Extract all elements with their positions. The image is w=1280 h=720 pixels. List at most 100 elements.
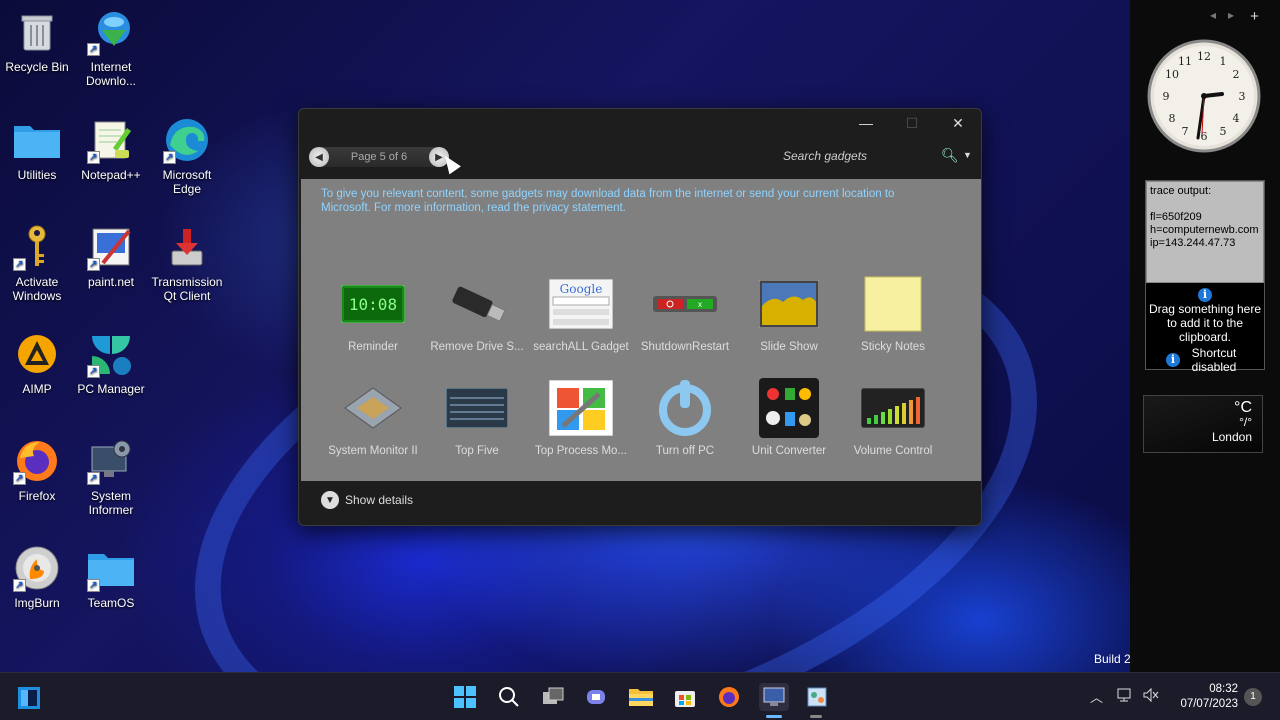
teams-chat-icon[interactable] <box>583 683 611 711</box>
google-search-icon: Google <box>548 275 614 333</box>
desktop-icon-microsoft-edge[interactable]: ↗ Microsoft Edge <box>150 116 224 196</box>
gadget-tile-unit-converter[interactable]: Unit Converter <box>737 378 841 457</box>
show-hidden-icons-chevron-icon[interactable]: ︿ <box>1090 687 1103 706</box>
shortcut-arrow-icon: ↗ <box>87 43 100 56</box>
trace-title: trace output: <box>1150 185 1212 197</box>
sidebar-add-icon[interactable]: + <box>1250 8 1259 25</box>
svg-text:9: 9 <box>1163 90 1170 103</box>
gadget-tile-searchall[interactable]: Google searchALL Gadget <box>529 275 633 353</box>
info-icon: i <box>1198 288 1212 302</box>
shortcut-arrow-icon: ↗ <box>13 579 26 592</box>
taskbar-gadget-manager-icon[interactable] <box>759 683 789 711</box>
active-app-indicator <box>766 715 782 718</box>
desktop-icon-utilities[interactable]: Utilities <box>0 116 74 182</box>
file-explorer-icon[interactable] <box>627 683 655 711</box>
taskbar-control-panel-icon[interactable] <box>803 683 831 711</box>
gadgets-window: — ☐ ✕ ◀ Page 5 of 6 ▶ Search gadgets 🔍︎ … <box>298 108 982 526</box>
desktop-icon-label: System Informer <box>88 489 134 517</box>
gadget-tile-volume-control[interactable]: Volume Control <box>841 379 945 457</box>
taskbar-firefox-icon[interactable] <box>715 683 743 711</box>
firefox-icon: ↗ <box>13 437 61 485</box>
window-controls: — ☐ ✕ <box>843 109 981 137</box>
gadget-label: ShutdownRestart <box>640 341 730 353</box>
shortcut-arrow-icon: ↗ <box>163 151 176 164</box>
clock-gadget[interactable]: 12 1 2 345 678 9 10 11 <box>1146 38 1262 154</box>
chevron-down-icon: ▼ <box>321 491 339 509</box>
search-dropdown-icon[interactable]: ▼ <box>963 150 972 160</box>
gadget-tile-sticky-notes[interactable]: Sticky Notes <box>841 275 945 353</box>
weather-gadget[interactable]: °C °/° London <box>1143 395 1263 453</box>
sidebar-nav: ◂ ▸ + <box>1210 8 1259 25</box>
unit-converter-icon <box>756 378 822 438</box>
search-gadgets-input[interactable]: Search gadgets <box>783 149 867 163</box>
gadget-tile-reminder[interactable]: 10:08 Reminder <box>321 275 425 353</box>
svg-text:8: 8 <box>1169 112 1176 125</box>
maximize-button: ☐ <box>905 114 919 131</box>
clipboard-drag-hint: i Drag something here to add it to the c… <box>1146 283 1264 344</box>
desktop-icon-teamos[interactable]: ↗ TeamOS <box>74 544 148 610</box>
desktop-icon-recycle-bin[interactable]: Recycle Bin <box>0 8 74 74</box>
notepadpp-icon: ↗ <box>87 116 135 164</box>
desktop-icon-internet-download-manager[interactable]: ↗ Internet Downlo... <box>74 8 148 88</box>
clipboard-gadget[interactable]: trace output: fl=650f209 h=computernewb.… <box>1145 180 1265 374</box>
desktop-icon-pc-manager[interactable]: ↗ PC Manager <box>74 330 148 396</box>
start-button[interactable] <box>451 683 479 711</box>
desktop-icon-imgburn[interactable]: ↗ ImgBurn <box>0 544 74 610</box>
desktop-icon-notepadpp[interactable]: ↗ Notepad++ <box>74 116 148 182</box>
usb-drive-icon <box>444 275 510 333</box>
network-icon[interactable] <box>1116 687 1134 706</box>
shortcut-arrow-icon: ↗ <box>87 151 100 164</box>
notification-badge[interactable]: 1 <box>1244 688 1262 706</box>
top-five-icon <box>444 379 510 437</box>
task-view-button[interactable] <box>539 683 567 711</box>
svg-text:1: 1 <box>1220 55 1227 68</box>
desktop-icon-aimp[interactable]: AIMP <box>0 330 74 396</box>
previous-page-button[interactable]: ◀ <box>309 147 329 167</box>
gadget-tile-top-process[interactable]: Top Process Mo... <box>529 379 633 457</box>
taskbar-clock[interactable]: 08:32 07/07/2023 <box>1168 682 1238 712</box>
desktop-icon-label: AIMP <box>22 382 52 396</box>
desktop-icon-label: Internet Downlo... <box>85 60 137 88</box>
paintnet-icon: ↗ <box>87 223 135 271</box>
gadget-tile-slide-show[interactable]: Slide Show <box>737 275 841 353</box>
svg-text:Google: Google <box>560 282 603 296</box>
privacy-notice[interactable]: To give you relevant content, some gadge… <box>321 187 941 215</box>
gadget-tile-system-monitor[interactable]: System Monitor II <box>321 379 425 457</box>
gadget-tile-remove-drive[interactable]: Remove Drive S... <box>425 275 529 353</box>
desktop-icon-firefox[interactable]: ↗ Firefox <box>0 437 74 503</box>
show-details-toggle[interactable]: ▼ Show details <box>321 491 413 509</box>
gadget-label: Sticky Notes <box>861 341 925 353</box>
gadget-label: Volume Control <box>853 445 933 457</box>
info-icon: i <box>1166 353 1180 367</box>
sidebar-next-icon[interactable]: ▸ <box>1228 8 1234 25</box>
taskbar: ︿ 08:32 07/07/2023 1 <box>0 672 1280 720</box>
desktop-icon-label: Notepad++ <box>81 168 141 182</box>
gadget-sidebar: ◂ ▸ + 12 1 2 345 678 9 10 11 trace output: f… <box>1130 0 1280 672</box>
desktop-icon-transmission[interactable]: Transmission Qt Client <box>150 223 224 303</box>
gadget-tile-shutdown-restart[interactable]: x ShutdownRestart <box>633 275 737 353</box>
svg-text:2: 2 <box>1233 68 1240 81</box>
show-details-label: Show details <box>345 493 414 507</box>
desktop-icon-system-informer[interactable]: ↗ System Informer <box>74 437 148 517</box>
gadget-label: Remove Drive S... <box>430 341 524 353</box>
trace-line: fl=650f209 <box>1150 211 1202 223</box>
close-button[interactable]: ✕ <box>935 109 981 137</box>
gadget-label: searchALL Gadget <box>533 341 629 353</box>
volume-control-icon <box>860 379 926 437</box>
volume-muted-icon[interactable] <box>1142 687 1160 706</box>
search-button[interactable] <box>495 683 523 711</box>
desktop-icon-label: Recycle Bin <box>5 60 69 74</box>
gadget-tile-top-five[interactable]: Top Five <box>425 379 529 457</box>
search-icon[interactable]: 🔍︎ <box>941 147 959 164</box>
desktop-icon-activate-windows[interactable]: ↗ Activate Windows <box>0 223 74 303</box>
idm-icon: ↗ <box>87 8 135 56</box>
system-informer-icon: ↗ <box>87 437 135 485</box>
microsoft-store-icon[interactable] <box>671 683 699 711</box>
running-app-indicator <box>810 715 822 718</box>
taskbar-gadgets-app-icon[interactable] <box>15 684 43 712</box>
sidebar-prev-icon[interactable]: ◂ <box>1210 8 1216 25</box>
pc-manager-icon: ↗ <box>87 330 135 378</box>
gadget-tile-turn-off-pc[interactable]: Turn off PC <box>633 379 737 457</box>
desktop-icon-paint-net[interactable]: ↗ paint.net <box>74 223 148 289</box>
minimize-button[interactable]: — <box>843 109 889 137</box>
